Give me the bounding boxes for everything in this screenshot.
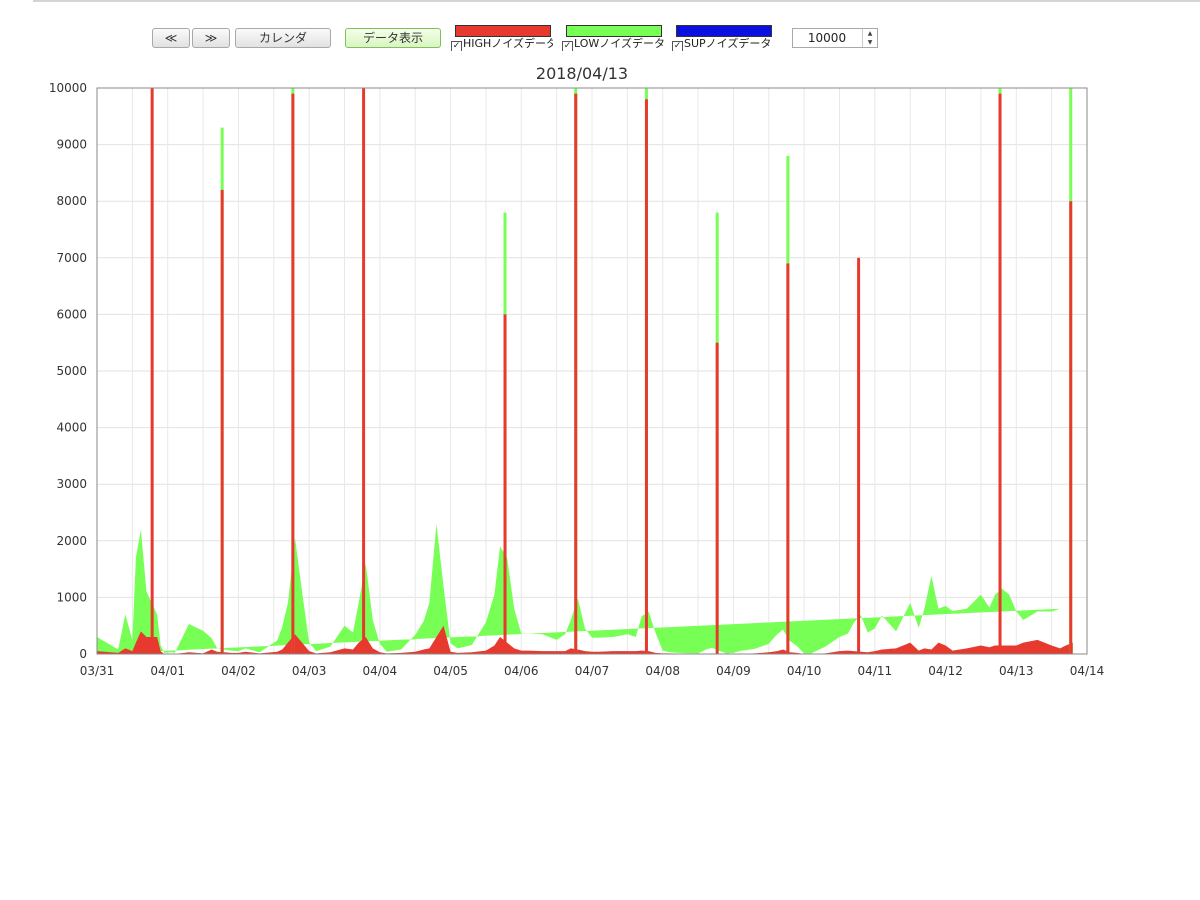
max-value-input[interactable]: 10000 [793, 29, 861, 47]
low-noise-label: LOWノイズデータ [574, 37, 664, 50]
sup-noise-legend-item[interactable]: ✓ SUPノイズデータ [672, 37, 774, 51]
show-data-button[interactable]: データ表示 [345, 28, 441, 48]
y-tick-label: 1000 [56, 590, 87, 604]
next-button[interactable]: ≫ [192, 28, 230, 48]
top-divider [33, 0, 1200, 2]
x-tick-label: 04/14 [1070, 664, 1105, 678]
y-tick-label: 9000 [56, 138, 87, 152]
y-tick-label: 0 [79, 647, 87, 661]
high-noise-checkbox[interactable]: ✓ [451, 41, 462, 51]
spin-down-icon[interactable]: ▼ [863, 38, 877, 47]
noise-chart: 2018/04/13 0 1000 2000 3000 4000 5000 6000 7000… [49, 64, 1105, 678]
prev-button[interactable]: ≪ [152, 28, 190, 48]
y-axis-ticks: 0 1000 2000 3000 4000 5000 6000 7000 8000 9000 100… [49, 81, 87, 661]
x-tick-label: 04/02 [221, 664, 256, 678]
high-noise-legend-item[interactable]: ✓ HIGHノイズデータ [451, 37, 553, 51]
sup-noise-swatch [676, 25, 772, 37]
x-tick-label: 04/06 [504, 664, 539, 678]
low-noise-legend-item[interactable]: ✓ LOWノイズデータ [562, 37, 664, 51]
spin-up-icon[interactable]: ▲ [863, 29, 877, 38]
y-tick-label: 8000 [56, 194, 87, 208]
high-noise-spike [574, 93, 578, 654]
chart-title: 2018/04/13 [536, 64, 628, 83]
high-noise-swatch [455, 25, 551, 37]
x-tick-label: 04/03 [292, 664, 327, 678]
high-noise-spike [786, 263, 790, 654]
high-noise-spike [644, 99, 648, 654]
high-noise-label: HIGHノイズデータ [463, 37, 553, 50]
high-noise-spike [715, 342, 719, 654]
x-tick-label: 04/11 [858, 664, 893, 678]
high-noise-spike [1069, 201, 1073, 654]
high-noise-spike [291, 93, 295, 654]
high-noise-spike [998, 93, 1002, 654]
calendar-button[interactable]: カレンダ [235, 28, 331, 48]
y-tick-label: 2000 [56, 534, 87, 548]
x-tick-label: 04/05 [433, 664, 468, 678]
max-value-spinner[interactable]: 10000 ▲ ▼ [792, 28, 878, 48]
high-noise-spike [503, 314, 507, 654]
x-tick-label: 04/09 [716, 664, 751, 678]
y-tick-label: 3000 [56, 477, 87, 491]
area-layer [97, 523, 1073, 654]
high-noise-spike [150, 88, 154, 654]
x-tick-label: 03/31 [80, 664, 115, 678]
low-noise-swatch [566, 25, 662, 37]
x-tick-label: 04/13 [999, 664, 1034, 678]
x-tick-label: 04/04 [363, 664, 398, 678]
high-noise-spike [362, 88, 366, 654]
x-tick-label: 04/08 [645, 664, 680, 678]
x-tick-label: 04/07 [575, 664, 610, 678]
high-noise-spike [220, 189, 224, 654]
y-tick-label: 5000 [56, 364, 87, 378]
x-tick-label: 04/12 [928, 664, 963, 678]
y-tick-label: 7000 [56, 251, 87, 265]
high-noise-spike [857, 257, 861, 654]
sup-noise-label: SUPノイズデータ [684, 37, 772, 50]
x-tick-label: 04/10 [787, 664, 822, 678]
sup-noise-checkbox[interactable]: ✓ [672, 41, 683, 51]
x-axis-ticks: 03/31 04/01 04/02 04/03 04/04 04/05 04/06 04/07… [80, 664, 1105, 678]
spin-buttons: ▲ ▼ [862, 29, 877, 47]
x-tick-label: 04/01 [150, 664, 185, 678]
low-noise-series-area [97, 523, 1061, 654]
grid-layer [97, 87, 1087, 655]
y-tick-label: 10000 [49, 81, 87, 95]
y-tick-label: 4000 [56, 421, 87, 435]
low-noise-checkbox[interactable]: ✓ [562, 41, 573, 51]
y-tick-label: 6000 [56, 307, 87, 321]
